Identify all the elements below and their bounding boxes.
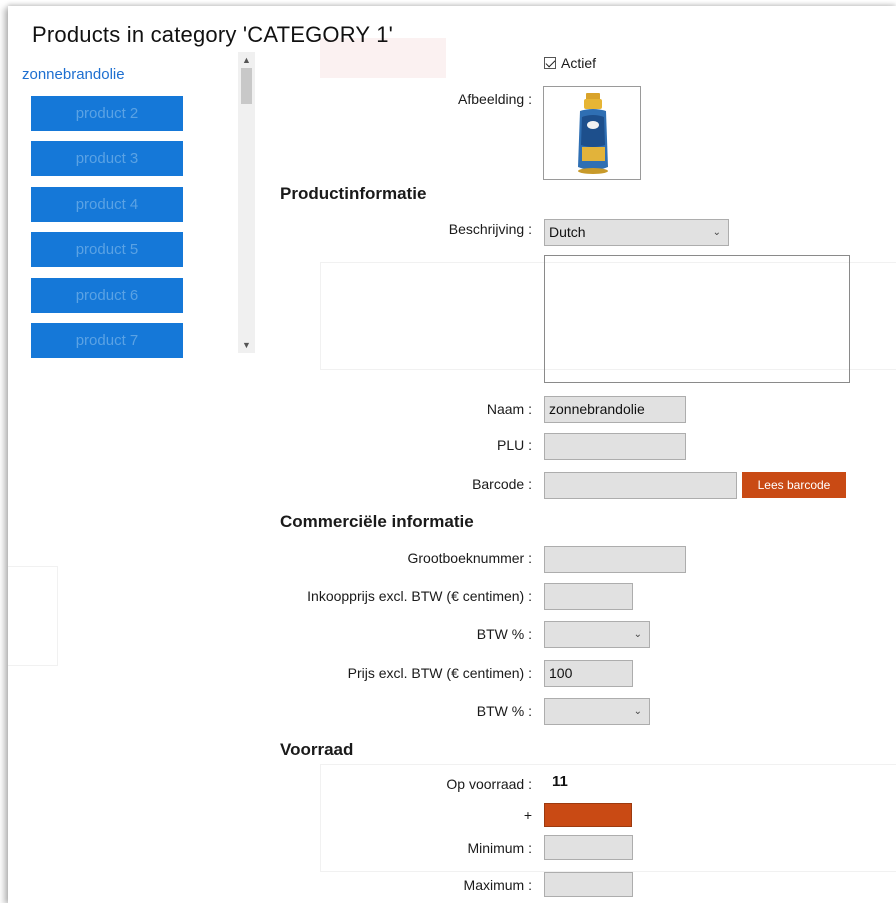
chevron-down-icon: ⌄	[633, 706, 642, 717]
name-label: Naam :	[486, 401, 532, 417]
vat-label-2: BTW % :	[476, 703, 532, 719]
description-textarea[interactable]	[544, 255, 850, 383]
section-stock: Voorraad	[280, 740, 354, 759]
ledger-number-field[interactable]	[544, 546, 686, 573]
product-list-item-selected[interactable]: zonnebrandolie	[22, 66, 125, 83]
name-field[interactable]: zonnebrandolie	[544, 396, 686, 423]
description-label: Beschrijving :	[448, 221, 532, 237]
active-label: Actief	[561, 55, 597, 71]
in-stock-label: Op voorraad :	[446, 776, 532, 792]
chevron-down-icon: ⌄	[712, 227, 721, 238]
ledger-number-label: Grootboeknummer :	[407, 550, 533, 566]
read-barcode-button[interactable]: Lees barcode	[742, 472, 846, 498]
chevron-down-icon: ⌄	[633, 629, 642, 640]
scroll-thumb[interactable]	[241, 68, 252, 104]
maximum-field[interactable]	[544, 872, 633, 897]
in-stock-value: 11	[552, 773, 568, 790]
product-list-item[interactable]: product 2	[31, 96, 183, 131]
product-list-item[interactable]: product 3	[31, 141, 183, 176]
add-stock-field[interactable]	[544, 803, 632, 827]
product-editor-window: Products in category 'CATEGORY 1' zonneb…	[8, 6, 896, 903]
image-label: Afbeelding :	[458, 91, 532, 107]
product-list-item[interactable]: product 5	[31, 232, 183, 267]
price-field[interactable]: 100	[544, 660, 633, 687]
scroll-down-icon[interactable]: ▼	[238, 337, 255, 353]
plu-field[interactable]	[544, 433, 686, 460]
sunscreen-bottle-icon	[578, 93, 608, 174]
scroll-up-icon[interactable]: ▲	[238, 52, 255, 68]
minimum-field[interactable]	[544, 835, 633, 860]
product-image[interactable]	[543, 86, 641, 180]
product-list-item[interactable]: product 4	[31, 187, 183, 222]
description-language-value: Dutch	[549, 224, 586, 240]
section-product-info: Productinformatie	[280, 184, 427, 203]
page-title: Products in category 'CATEGORY 1'	[32, 22, 394, 47]
ghost-background-panel	[8, 566, 58, 666]
barcode-label: Barcode :	[472, 476, 532, 492]
price-label: Prijs excl. BTW (€ centimen) :	[347, 665, 532, 681]
description-language-select[interactable]: Dutch ⌄	[544, 219, 729, 246]
purchase-price-field[interactable]	[544, 583, 633, 610]
barcode-field[interactable]	[544, 472, 737, 499]
vat-select-2[interactable]: ⌄	[544, 698, 650, 725]
purchase-price-label: Inkoopprijs excl. BTW (€ centimen) :	[307, 588, 532, 604]
section-commercial-info: Commerciële informatie	[280, 512, 474, 531]
product-list-item[interactable]: product 6	[31, 278, 183, 313]
vat-label-1: BTW % :	[476, 626, 532, 642]
product-list-item[interactable]: product 7	[31, 323, 183, 358]
maximum-label: Maximum :	[463, 877, 532, 893]
vat-select-1[interactable]: ⌄	[544, 621, 650, 648]
product-list-scrollbar[interactable]: ▲ ▼	[238, 52, 255, 353]
checkbox-check-icon[interactable]	[544, 57, 556, 69]
add-stock-label: +	[523, 807, 532, 823]
plu-label: PLU :	[496, 437, 532, 453]
active-checkbox[interactable]: Actief	[544, 55, 596, 71]
minimum-label: Minimum :	[467, 840, 532, 856]
